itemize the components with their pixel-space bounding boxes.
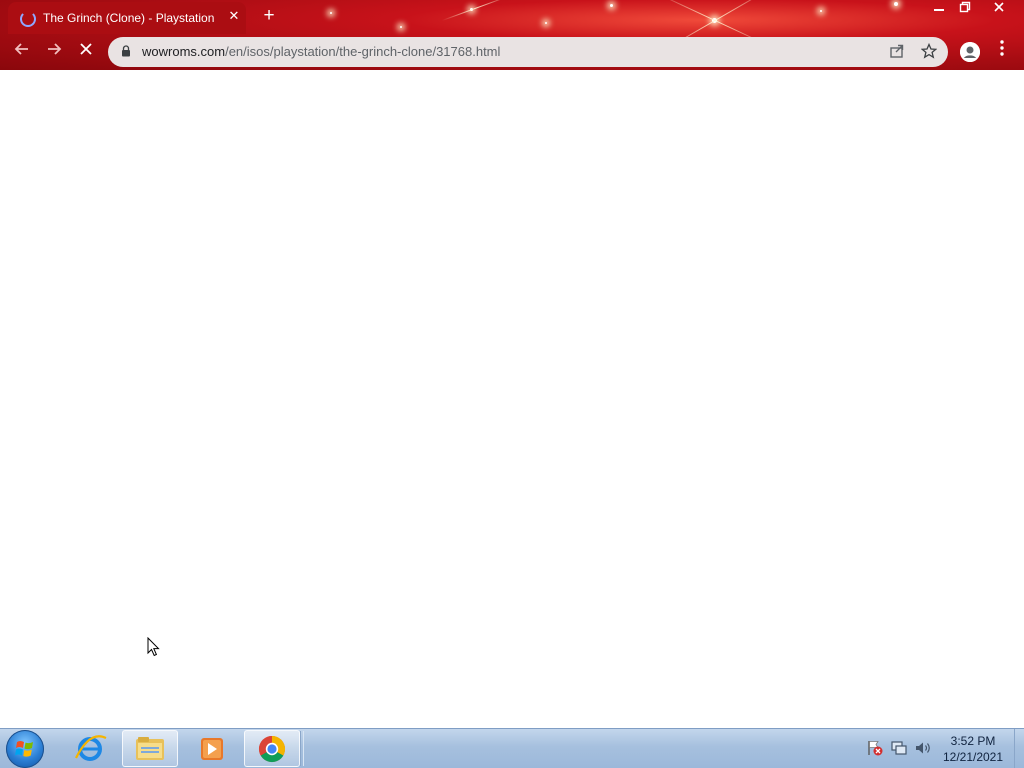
speaker-icon: [916, 742, 930, 754]
folder-icon: [136, 737, 164, 760]
sparkle-decoration: [820, 10, 822, 12]
restore-window-button[interactable]: [952, 0, 978, 18]
chrome-icon: [258, 735, 286, 763]
taskbar-media-player[interactable]: [184, 730, 240, 767]
taskbar-windows-explorer[interactable]: [122, 730, 178, 767]
taskbar-google-chrome[interactable]: [244, 730, 300, 767]
stop-loading-button[interactable]: [74, 40, 98, 64]
share-icon: [890, 44, 904, 58]
profile-icon: [960, 42, 980, 62]
mouse-cursor-icon: [147, 637, 160, 657]
minimize-window-button[interactable]: [926, 0, 952, 18]
loading-spinner-icon: [20, 11, 36, 27]
browser-chrome: The Grinch (Clone) - Playstation ✕ + wow…: [0, 0, 1024, 70]
sparkle-decoration: [610, 4, 613, 7]
windows-taskbar: 3:52 PM 12/21/2021: [0, 728, 1024, 768]
tab-close-icon[interactable]: ✕: [226, 8, 242, 24]
browser-tab-active[interactable]: The Grinch (Clone) - Playstation ✕: [8, 2, 246, 34]
bookmark-star-icon: [920, 42, 938, 59]
system-clock[interactable]: 3:52 PM 12/21/2021: [940, 733, 1006, 765]
taskbar-divider: [300, 731, 304, 766]
network-tray[interactable]: [890, 739, 908, 757]
url-path: /en/isos/playstation/the-grinch-clone/31…: [225, 44, 501, 59]
clock-time: 3:52 PM: [950, 734, 996, 748]
sparkle-decoration: [330, 12, 332, 14]
new-tab-button[interactable]: +: [258, 5, 280, 27]
close-window-button[interactable]: [984, 0, 1014, 18]
network-icon: [891, 741, 907, 755]
back-button[interactable]: [10, 40, 34, 64]
restore-icon: [959, 1, 971, 13]
bookmark-button[interactable]: [920, 42, 938, 61]
minimize-icon: [934, 9, 944, 11]
windows-logo-icon: [15, 741, 33, 757]
share-button[interactable]: [888, 43, 906, 61]
action-center-tray[interactable]: [866, 739, 884, 757]
start-button[interactable]: [6, 730, 44, 768]
browser-menu-button[interactable]: [994, 40, 1010, 64]
sparkle-ray: [441, 0, 509, 21]
stop-icon: [80, 43, 92, 55]
close-icon: [994, 2, 1004, 12]
desktop-screen: The Grinch (Clone) - Playstation ✕ + wow…: [0, 0, 1024, 768]
action-center-flag-icon: [868, 741, 883, 756]
sparkle-decoration: [545, 22, 547, 24]
forward-icon: [48, 43, 62, 55]
menu-icon: [1000, 40, 1004, 56]
address-bar[interactable]: wowroms.com/en/isos/playstation/the-grin…: [108, 37, 948, 67]
internet-explorer-icon: [75, 735, 107, 761]
lock-icon: [122, 45, 130, 57]
url-text[interactable]: wowroms.com/en/isos/playstation/the-grin…: [142, 44, 500, 59]
clock-date: 12/21/2021: [942, 750, 1004, 764]
sparkle-decoration: [894, 2, 898, 6]
profile-button[interactable]: [960, 42, 980, 62]
back-icon: [14, 43, 28, 55]
url-host: wowroms.com: [142, 44, 226, 59]
volume-tray[interactable]: [914, 739, 932, 757]
page-content-area[interactable]: [0, 70, 1024, 728]
forward-button[interactable]: [42, 40, 66, 64]
media-player-icon: [201, 738, 223, 760]
taskbar-internet-explorer[interactable]: [62, 730, 118, 767]
tab-title: The Grinch (Clone) - Playstation: [43, 11, 215, 25]
show-desktop-button[interactable]: [1014, 729, 1024, 768]
sparkle-decoration: [400, 26, 402, 28]
